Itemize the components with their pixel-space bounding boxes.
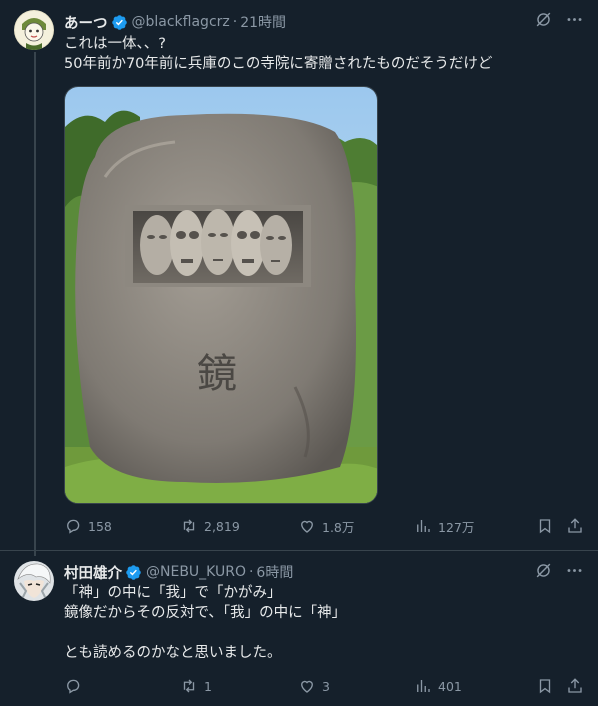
views-count: 401 xyxy=(438,678,462,694)
bookmark-icon xyxy=(539,679,551,694)
repost-count: 1 xyxy=(204,678,212,694)
post[interactable]: あーつ @blackflagcrz · 21時間 これは一体、、? 50年前か7… xyxy=(0,0,598,550)
like-icon xyxy=(301,520,313,533)
like-icon xyxy=(301,680,313,693)
share-button[interactable] xyxy=(566,677,584,695)
repost-icon xyxy=(183,519,195,533)
reply-button[interactable]: 158 xyxy=(64,517,112,535)
like-button[interactable]: 1.8万 xyxy=(298,517,354,536)
like-button[interactable]: 3 xyxy=(298,677,330,695)
reply-count: 158 xyxy=(88,518,112,534)
share-icon xyxy=(568,678,582,693)
grok-icon[interactable] xyxy=(534,561,553,580)
views-icon xyxy=(417,680,430,692)
reply-icon xyxy=(67,519,80,534)
separator-dot: · xyxy=(248,564,254,580)
stone-monument-photo: 鏡 xyxy=(65,87,377,503)
views-count: 127万 xyxy=(438,519,475,535)
carved-faces xyxy=(140,209,292,276)
share-button[interactable] xyxy=(566,517,584,535)
post-timestamp[interactable]: 21時間 xyxy=(240,12,286,32)
views-icon xyxy=(417,520,430,532)
post-header-actions xyxy=(534,561,584,580)
repost-button[interactable]: 1 xyxy=(180,677,212,695)
post-timestamp[interactable]: 6時間 xyxy=(256,562,293,582)
reply-icon xyxy=(67,679,80,694)
post-header: あーつ @blackflagcrz · 21時間 xyxy=(64,12,286,32)
display-name[interactable]: 村田雄介 xyxy=(64,562,122,583)
user-handle[interactable]: @blackflagcrz xyxy=(132,14,230,30)
like-count: 1.8万 xyxy=(322,519,355,535)
grok-icon[interactable] xyxy=(534,10,553,29)
avatar[interactable] xyxy=(14,561,54,601)
carved-kanji: 鏡 xyxy=(197,351,237,397)
post-actions: 158 2,819 1.8万 127万 xyxy=(64,516,584,536)
more-icon[interactable] xyxy=(565,561,584,580)
separator-dot: · xyxy=(232,14,238,30)
post-image[interactable]: 鏡 xyxy=(64,86,378,504)
bookmark-button[interactable] xyxy=(536,517,554,535)
share-icon xyxy=(568,518,582,533)
post-text: これは一体、、? 50年前か70年前に兵庫のこの寺院に寄贈されたものだそうだけど xyxy=(64,36,493,72)
views-button[interactable]: 401 xyxy=(414,677,462,695)
repost-icon xyxy=(183,679,195,693)
more-icon[interactable] xyxy=(565,10,584,29)
avatar[interactable] xyxy=(14,10,54,50)
display-name[interactable]: あーつ xyxy=(64,12,108,33)
post-actions: 1 3 401 xyxy=(64,676,584,696)
post[interactable]: 村田雄介 @NEBU_KURO · 6時間 「神」の中に「我」で「かがみ」 鏡像… xyxy=(0,550,598,706)
post-header-actions xyxy=(534,10,584,29)
bookmark-icon xyxy=(539,519,551,534)
verified-badge-icon xyxy=(111,14,127,30)
repost-count: 2,819 xyxy=(204,518,240,534)
reply-button[interactable] xyxy=(64,677,88,695)
user-handle[interactable]: @NEBU_KURO xyxy=(146,564,246,580)
post-text: 「神」の中に「我」で「かがみ」 鏡像だからその反対で、「我」の中に「神」 とも読… xyxy=(64,585,347,661)
repost-button[interactable]: 2,819 xyxy=(180,517,240,535)
views-button[interactable]: 127万 xyxy=(414,517,474,536)
like-count: 3 xyxy=(322,678,330,694)
post-header: 村田雄介 @NEBU_KURO · 6時間 xyxy=(64,562,293,582)
bookmark-button[interactable] xyxy=(536,677,554,695)
verified-badge-icon xyxy=(126,564,141,580)
